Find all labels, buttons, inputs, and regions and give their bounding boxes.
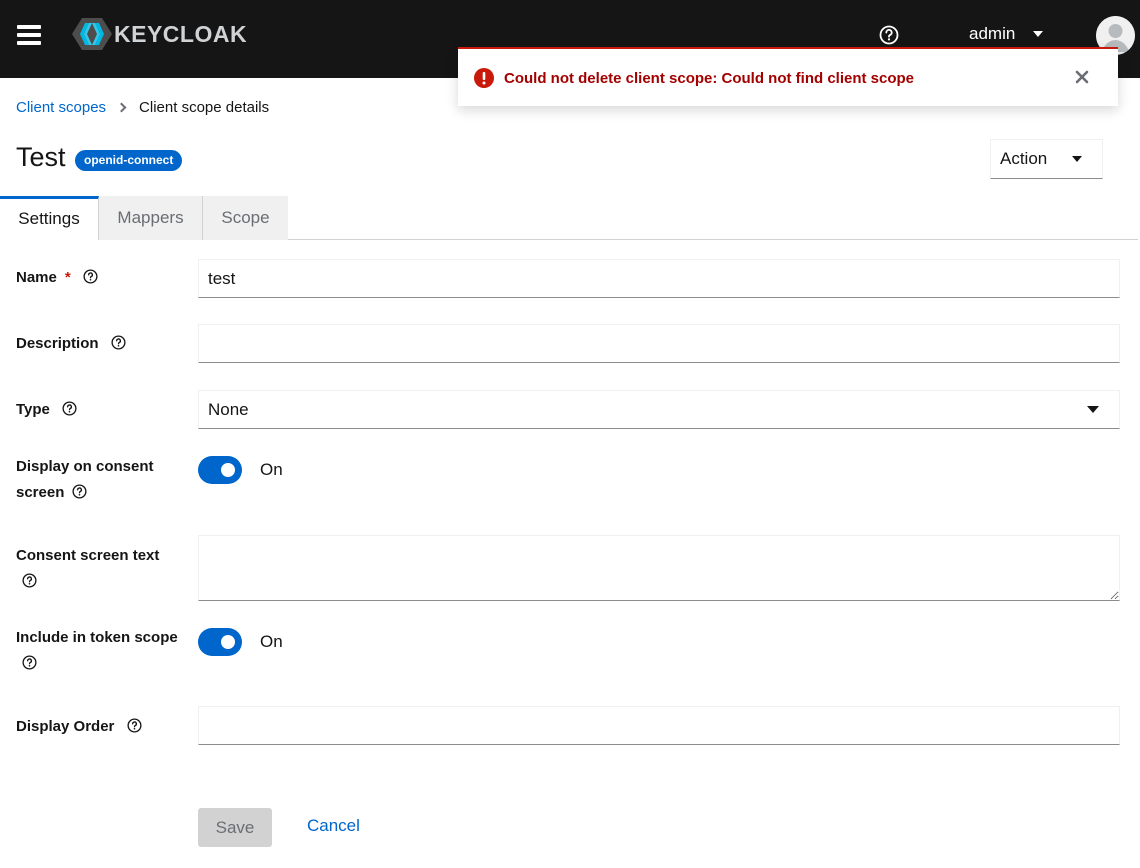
display-consent-label-line2: screen	[16, 484, 65, 501]
type-label: Type	[16, 401, 50, 418]
tab-mappers[interactable]: Mappers	[99, 196, 203, 240]
keycloak-logo-icon	[72, 18, 112, 50]
caret-down-icon	[1087, 406, 1099, 413]
display-order-label-group: Display Order	[16, 714, 142, 740]
breadcrumb: Client scopes Client scope details	[16, 99, 269, 116]
tab-scope[interactable]: Scope	[203, 196, 288, 240]
name-label-group: Name *	[16, 265, 98, 291]
hamburger-icon[interactable]	[17, 24, 41, 46]
display-consent-label-group: Display on consent screen	[16, 454, 154, 506]
required-mark: *	[64, 269, 71, 286]
caret-down-icon	[1033, 31, 1044, 37]
consent-text-label: Consent screen text	[16, 547, 160, 564]
description-input[interactable]	[198, 324, 1120, 363]
description-label: Description	[16, 335, 99, 352]
tab-settings[interactable]: Settings	[0, 196, 99, 240]
help-icon[interactable]	[879, 25, 899, 45]
brand-name: KEYCLOAK	[114, 20, 248, 47]
help-icon[interactable]	[22, 655, 37, 670]
type-value: None	[208, 400, 249, 419]
type-select[interactable]: None	[198, 390, 1120, 429]
help-icon[interactable]	[72, 484, 87, 499]
help-icon[interactable]	[22, 573, 37, 588]
include-token-state: On	[260, 632, 283, 651]
breadcrumb-client-scopes[interactable]: Client scopes	[16, 99, 106, 116]
help-icon[interactable]	[127, 718, 142, 733]
close-icon[interactable]	[1074, 69, 1090, 85]
consent-text-label-group: Consent screen text	[16, 543, 159, 595]
name-label: Name	[16, 269, 57, 286]
display-consent-state: On	[260, 460, 283, 479]
user-name: admin	[969, 24, 1016, 43]
save-button[interactable]: Save	[198, 808, 272, 847]
include-token-label: Include in token scope	[16, 629, 178, 646]
danger-alert: Could not delete client scope: Could not…	[458, 47, 1118, 106]
tab-bar: Settings Mappers Scope	[0, 196, 1138, 240]
breadcrumb-current: Client scope details	[139, 99, 270, 116]
display-consent-label-line1: Display on consent	[16, 458, 154, 475]
consent-text-textarea[interactable]	[198, 535, 1120, 601]
cancel-button[interactable]: Cancel	[307, 816, 360, 836]
help-icon[interactable]	[83, 269, 98, 284]
caret-down-icon	[1072, 156, 1082, 162]
name-input[interactable]	[198, 259, 1120, 298]
action-dropdown[interactable]: Action	[990, 139, 1103, 179]
display-consent-switch[interactable]	[198, 456, 242, 484]
description-label-group: Description	[16, 331, 126, 357]
user-menu-toggle[interactable]: admin	[969, 24, 1044, 44]
exclamation-circle-icon	[474, 68, 494, 88]
include-token-switch[interactable]	[198, 628, 242, 656]
display-order-label: Display Order	[16, 718, 115, 735]
display-order-input[interactable]	[198, 706, 1120, 745]
help-icon[interactable]	[62, 401, 77, 416]
protocol-badge: openid-connect	[75, 150, 183, 171]
brand[interactable]: KEYCLOAK	[72, 16, 247, 52]
chevron-right-icon	[116, 102, 127, 113]
type-label-group: Type	[16, 397, 77, 423]
page-title: Test	[16, 142, 66, 172]
action-label: Action	[1000, 149, 1048, 168]
alert-title: Could not delete client scope: Could not…	[504, 70, 915, 87]
help-icon[interactable]	[111, 335, 126, 350]
include-token-label-group: Include in token scope	[16, 625, 178, 677]
